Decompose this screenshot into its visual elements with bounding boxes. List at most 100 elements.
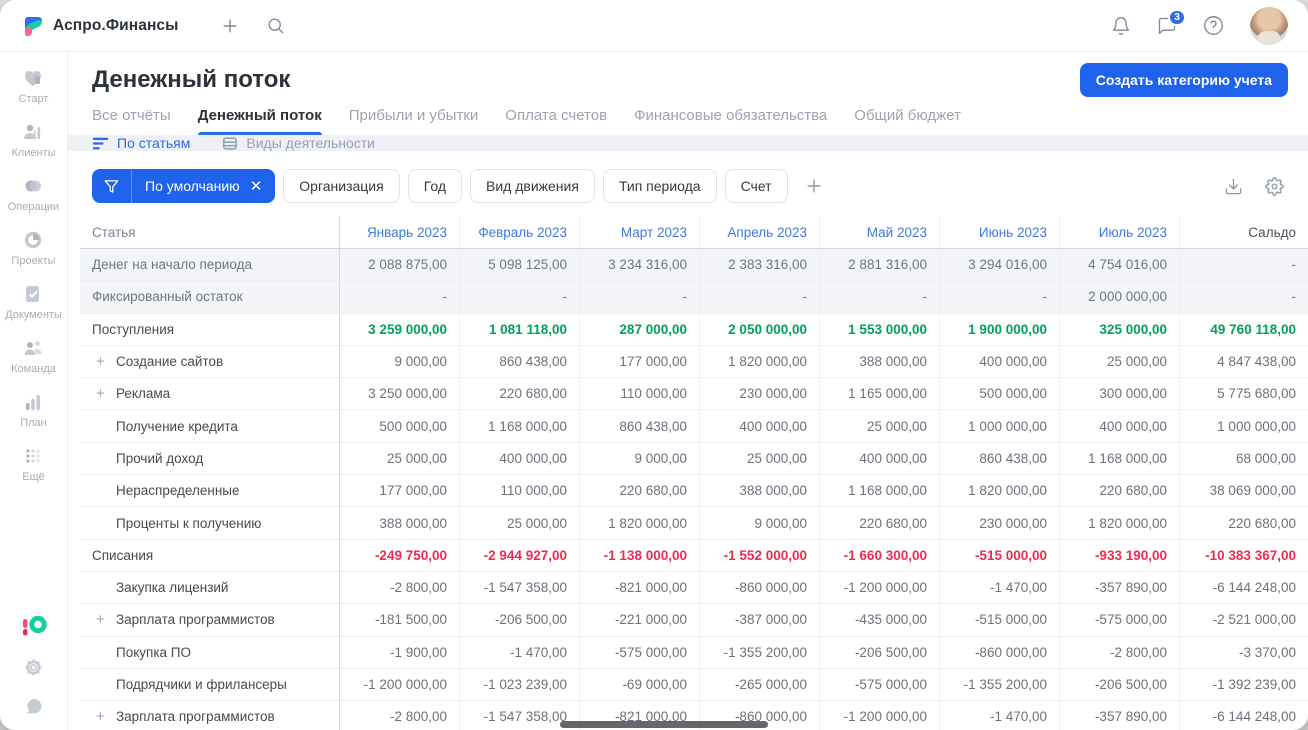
filter-chip-5[interactable]: Счет	[724, 169, 788, 203]
cell-value: -575 000,00	[580, 636, 700, 669]
settings-icon[interactable]	[23, 657, 44, 678]
tab-1[interactable]: Все отчёты	[92, 103, 171, 135]
messages-icon[interactable]: 3	[1157, 8, 1186, 36]
table-settings-gear-icon[interactable]	[1265, 176, 1284, 196]
sidebar-item-label: Ещё	[22, 471, 45, 483]
filter-preset-button[interactable]: По умолчанию ✕	[92, 169, 276, 203]
filter-chip-4[interactable]: Тип периода	[602, 169, 717, 203]
cell-value: -2 800,00	[340, 571, 460, 605]
sidebar-item-8[interactable]: Ещё	[5, 444, 62, 483]
view-switch-1[interactable]: По статьям	[92, 135, 190, 151]
row-label-cell[interactable]: Закупка лицензий	[80, 571, 340, 605]
expand-plus-icon[interactable]: +	[96, 708, 116, 725]
cell-value: -1 200 000,00	[820, 701, 940, 730]
cell-value: -6 144 248,00	[1180, 701, 1308, 730]
sidebar-item-7[interactable]: План	[5, 390, 62, 429]
sidebar-item-1[interactable]: Старт	[5, 66, 62, 105]
column-header-5[interactable]: Май 2023	[820, 216, 940, 249]
row-label-cell[interactable]: + Зарплата программистов	[80, 701, 340, 730]
row-label-cell[interactable]: + Зарплата программистов	[80, 604, 340, 637]
column-header-7[interactable]: Июль 2023	[1060, 216, 1180, 249]
row-label-cell[interactable]: Покупка ПО	[80, 636, 340, 669]
filter-chip-3[interactable]: Вид движения	[470, 169, 595, 203]
help-icon[interactable]	[1203, 15, 1224, 36]
tab-4[interactable]: Оплата счетов	[505, 103, 607, 135]
row-label-cell[interactable]: Проценты к получению	[80, 507, 340, 540]
row-label-cell[interactable]: Получение кредита	[80, 410, 340, 443]
tab-2[interactable]: Денежный поток	[197, 103, 322, 135]
row-label-cell[interactable]: Денег на начало периода	[80, 249, 340, 282]
row-label: Фиксированный остаток	[92, 289, 243, 305]
clients-icon	[21, 120, 45, 144]
support-chat-icon[interactable]	[23, 695, 44, 716]
row-label-cell[interactable]: Списания	[80, 539, 340, 572]
filter-chip-1[interactable]: Организация	[283, 169, 400, 203]
sidebar-item-label: План	[20, 417, 47, 429]
row-label-cell[interactable]: Нераспределенные	[80, 475, 340, 508]
cell-value: 325 000,00	[1060, 313, 1180, 346]
sidebar-item-5[interactable]: Документы	[5, 282, 62, 321]
export-download-icon[interactable]	[1224, 177, 1243, 196]
cell-value: 4 847 438,00	[1180, 346, 1308, 379]
create-category-button[interactable]: Создать категорию учета	[1079, 63, 1288, 97]
funnel-icon	[92, 169, 132, 203]
cell-value: 25 000,00	[460, 507, 580, 540]
row-label-cell[interactable]: + Создание сайтов	[80, 345, 340, 379]
user-avatar[interactable]	[1250, 6, 1288, 45]
cell-value: 2 881 316,00	[820, 249, 940, 282]
row-label: Денег на начало периода	[92, 257, 252, 273]
row-label-cell[interactable]: + Реклама	[80, 378, 340, 411]
add-icon[interactable]	[220, 16, 240, 36]
bell-icon[interactable]	[1111, 16, 1131, 36]
tab-6[interactable]: Общий бюджет	[854, 103, 961, 135]
projects-icon	[21, 228, 45, 252]
column-header-2[interactable]: Февраль 2023	[460, 216, 580, 249]
table-row: Покупка ПО -1 900,00 -1 470,00 -575 000,00-…	[80, 636, 1308, 669]
column-header-6[interactable]: Июнь 2023	[940, 216, 1060, 249]
operations-icon	[21, 174, 45, 198]
cell-value: 1 820 000,00	[940, 475, 1060, 508]
cell-value: 230 000,00	[700, 378, 820, 411]
row-label-cell[interactable]: Прочий доход	[80, 442, 340, 476]
horizontal-scrollbar[interactable]	[560, 721, 768, 728]
sidebar-item-2[interactable]: Клиенты	[5, 120, 62, 159]
sidebar-item-label: Команда	[11, 363, 56, 375]
cell-value: 287 000,00	[580, 313, 700, 346]
cell-value: -1 355 200,00	[940, 668, 1060, 702]
sidebar-item-label: Операции	[7, 201, 60, 213]
search-icon[interactable]	[266, 16, 285, 35]
expand-plus-icon[interactable]: +	[96, 385, 116, 402]
add-filter-icon[interactable]	[804, 176, 824, 196]
expand-plus-icon[interactable]: +	[96, 611, 116, 628]
table-row: + Зарплата программистов -181 500,00 -206 5…	[80, 604, 1308, 637]
sidebar-item-6[interactable]: Команда	[5, 336, 62, 375]
cell-value: -	[940, 281, 1060, 314]
column-header-4[interactable]: Апрель 2023	[700, 216, 820, 249]
sidebar-item-3[interactable]: Операции	[5, 174, 62, 213]
table-row: Подрядчики и фрилансеры -1 200 000,00 -1 0…	[80, 668, 1308, 702]
row-label: Покупка ПО	[116, 644, 191, 660]
cell-value: 860 438,00	[940, 442, 1060, 476]
row-label-cell[interactable]: Фиксированный остаток	[80, 281, 340, 314]
cell-value: -860 000,00	[940, 636, 1060, 669]
filter-close-icon[interactable]: ✕	[247, 169, 276, 203]
cell-value: 5 775 680,00	[1180, 378, 1308, 411]
cell-value: -1 138 000,00	[580, 539, 700, 572]
tab-5[interactable]: Финансовые обязательства	[634, 103, 827, 135]
view-switch-band: По статьям Виды деятельности	[68, 135, 1308, 151]
row-label-cell[interactable]: Подрядчики и фрилансеры	[80, 668, 340, 702]
cell-value: 230 000,00	[940, 507, 1060, 540]
view-switch-2[interactable]: Виды деятельности	[222, 135, 375, 151]
cell-value: -69 000,00	[580, 668, 700, 702]
column-header-1[interactable]: Январь 2023	[340, 216, 460, 249]
filter-chip-2[interactable]: Год	[407, 169, 462, 203]
column-header-8: Сальдо	[1180, 216, 1308, 249]
row-label: Получение кредита	[116, 418, 238, 434]
cell-value: 177 000,00	[580, 345, 700, 379]
expand-plus-icon[interactable]: +	[96, 353, 116, 370]
sidebar-item-4[interactable]: Проекты	[5, 228, 62, 267]
column-header-3[interactable]: Март 2023	[580, 216, 700, 249]
tab-3[interactable]: Прибыли и убытки	[349, 103, 479, 135]
row-label-cell[interactable]: Поступления	[80, 313, 340, 346]
cell-value: -249 750,00	[340, 539, 460, 572]
